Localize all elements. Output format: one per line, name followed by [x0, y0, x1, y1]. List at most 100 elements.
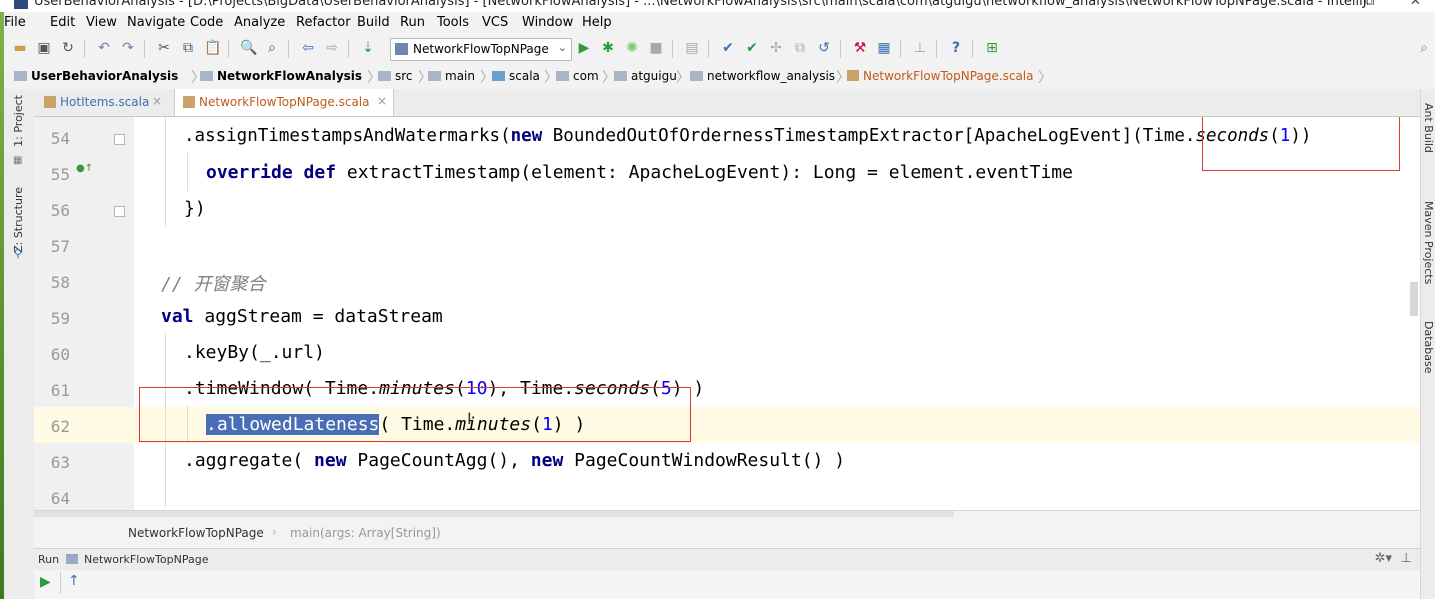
debug-icon[interactable]: ✱: [600, 40, 616, 56]
revert-icon[interactable]: ↺: [816, 40, 832, 56]
breadcrumb-label: atguigu: [631, 69, 677, 83]
fold-marker-icon[interactable]: [114, 134, 125, 145]
chevron-right-icon: ›: [272, 525, 277, 539]
horizontal-scrollbar[interactable]: [34, 511, 954, 517]
find-icon[interactable]: 🔍: [240, 40, 257, 56]
ant-build-tool-button[interactable]: Ant Build: [1422, 103, 1435, 153]
breadcrumb-label: NetworkFlowTopNPage.scala: [863, 69, 1034, 83]
run-panel-config-tab[interactable]: NetworkFlowTopNPage: [84, 553, 208, 566]
open-folder-icon[interactable]: ▬: [12, 40, 28, 56]
save-all-icon[interactable]: ▣: [36, 40, 52, 56]
annotation-box-seconds: [1202, 117, 1400, 171]
line-number: 57: [50, 237, 70, 256]
plugin-icon[interactable]: ⊞: [984, 40, 1000, 56]
run-panel-title: Run: [38, 553, 60, 566]
sdk-icon[interactable]: ▦: [876, 40, 892, 56]
vcs-compare-icon[interactable]: ✢: [768, 40, 784, 56]
scroll-up-icon[interactable]: ↑: [68, 573, 80, 589]
indent-guide: [187, 153, 188, 191]
cut-icon[interactable]: ✂: [156, 40, 172, 56]
menu-run[interactable]: Run: [400, 15, 425, 30]
breadcrumb-label: UserBehaviorAnalysis: [31, 69, 179, 83]
toolbar-separator: [840, 40, 841, 58]
paste-icon[interactable]: 📋: [204, 40, 221, 56]
menu-window[interactable]: Window: [522, 15, 573, 30]
toolbar-separator: [936, 40, 937, 58]
coverage-icon[interactable]: ✺: [624, 40, 640, 56]
toolbar-separator: [972, 40, 973, 58]
menu-edit[interactable]: Edit: [50, 15, 75, 30]
tab-hotitems[interactable]: HotItems.scala ×: [34, 89, 174, 116]
annotation-box-allowed-lateness: [139, 387, 691, 442]
tab-label: HotItems.scala: [60, 95, 150, 109]
close-tab-icon[interactable]: ×: [152, 94, 162, 108]
toolbar-separator: [60, 572, 61, 594]
tab-networkflowtopnpage[interactable]: NetworkFlowTopNPage.scala ×: [174, 89, 394, 116]
breadcrumb-com[interactable]: com: [556, 69, 599, 83]
text-cursor-icon: I: [467, 409, 472, 428]
build-project-icon[interactable]: ⇣: [360, 40, 376, 56]
vcs-update-icon[interactable]: ✔: [720, 40, 736, 56]
close-window-button[interactable]: ✕: [1410, 0, 1421, 9]
breadcrumb-atguigu[interactable]: atguigu: [614, 69, 677, 83]
menu-tools[interactable]: Tools: [437, 15, 469, 30]
title-bar: UserBehaviorAnalysis - [D:\Projects\BigD…: [0, 0, 1435, 12]
code-editor[interactable]: ●↑ 54 55 56 57 58 59 60 61 62 63 64 .ass…: [34, 117, 1420, 510]
stop-icon[interactable]: ■: [648, 40, 664, 56]
back-icon[interactable]: ↶: [96, 40, 112, 56]
breadcrumb-scala[interactable]: scala: [492, 69, 540, 83]
menu-refactor[interactable]: Refactor: [296, 15, 351, 30]
menu-file[interactable]: File: [4, 15, 26, 30]
menu-analyze[interactable]: Analyze: [234, 15, 285, 30]
navigate-forward-icon[interactable]: ⇨: [324, 40, 340, 56]
breadcrumb-object[interactable]: NetworkFlowTopNPage: [128, 526, 264, 540]
synchronize-icon[interactable]: ↻: [60, 40, 76, 56]
menu-vcs[interactable]: VCS: [482, 15, 508, 30]
right-tool-window-strip: Ant Build Maven Projects Database: [1420, 89, 1435, 599]
menu-navigate[interactable]: Navigate: [127, 15, 185, 30]
module-icon: [200, 71, 213, 81]
run-configuration-select[interactable]: NetworkFlowTopNPage ⌄: [390, 38, 572, 61]
run-icon[interactable]: ▶: [576, 40, 592, 56]
breadcrumb-method[interactable]: main(args: Array[String]): [290, 526, 441, 540]
line-number: 56: [50, 201, 70, 220]
implements-method-icon[interactable]: ●↑: [76, 163, 93, 174]
project-structure-icon[interactable]: ⚒: [852, 40, 868, 56]
breadcrumb-module[interactable]: NetworkFlowAnalysis: [200, 69, 362, 83]
copy-icon[interactable]: ⧉: [180, 40, 196, 56]
menu-view[interactable]: View: [86, 15, 117, 30]
restore-window-button[interactable]: ⧉: [1365, 0, 1374, 9]
editor-scrollbar-thumb[interactable]: [1410, 282, 1418, 316]
vcs-history-icon[interactable]: ⧉: [792, 40, 808, 56]
layout-icon[interactable]: ▤: [684, 40, 700, 56]
replace-icon[interactable]: ⌕: [264, 40, 280, 56]
chevron-right-icon: 〉: [676, 70, 690, 86]
navigate-back-icon[interactable]: ⇦: [300, 40, 316, 56]
help-icon[interactable]: ?: [948, 40, 964, 56]
database-tool-button[interactable]: Database: [1422, 321, 1435, 374]
breadcrumb-package[interactable]: networkflow_analysis: [690, 69, 835, 83]
fold-marker-icon[interactable]: [114, 206, 125, 217]
breadcrumb-file[interactable]: NetworkFlowTopNPage.scala: [847, 69, 1033, 83]
hide-panel-icon[interactable]: ⊥: [1401, 551, 1412, 566]
menu-build[interactable]: Build: [357, 15, 390, 30]
maven-projects-tool-button[interactable]: Maven Projects: [1422, 201, 1435, 284]
close-tab-icon[interactable]: ×: [377, 94, 387, 108]
gear-icon[interactable]: ✲▾: [1375, 551, 1392, 566]
menu-bar: File Edit View Navigate Code Analyze Ref…: [4, 12, 1435, 34]
project-tool-button[interactable]: 1: Project: [12, 95, 25, 147]
menu-help[interactable]: Help: [582, 15, 612, 30]
search-everywhere-icon[interactable]: ⌕: [1416, 40, 1432, 56]
breadcrumb-main[interactable]: main: [428, 69, 475, 83]
structure-tool-button[interactable]: Z: Structure: [12, 187, 25, 253]
breadcrumb-src[interactable]: src: [378, 69, 413, 83]
vcs-commit-icon[interactable]: ✔: [744, 40, 760, 56]
project-panel-icon: ▦: [13, 155, 23, 166]
code-line-63: .aggregate( new PageCountAgg(), new Page…: [184, 450, 846, 471]
tasks-icon[interactable]: ⊥: [912, 40, 928, 56]
line-number: 54: [50, 129, 70, 148]
rerun-icon[interactable]: ▶: [40, 574, 51, 590]
forward-icon[interactable]: ↷: [120, 40, 136, 56]
breadcrumb-project[interactable]: UserBehaviorAnalysis: [14, 69, 178, 83]
menu-code[interactable]: Code: [190, 15, 223, 30]
